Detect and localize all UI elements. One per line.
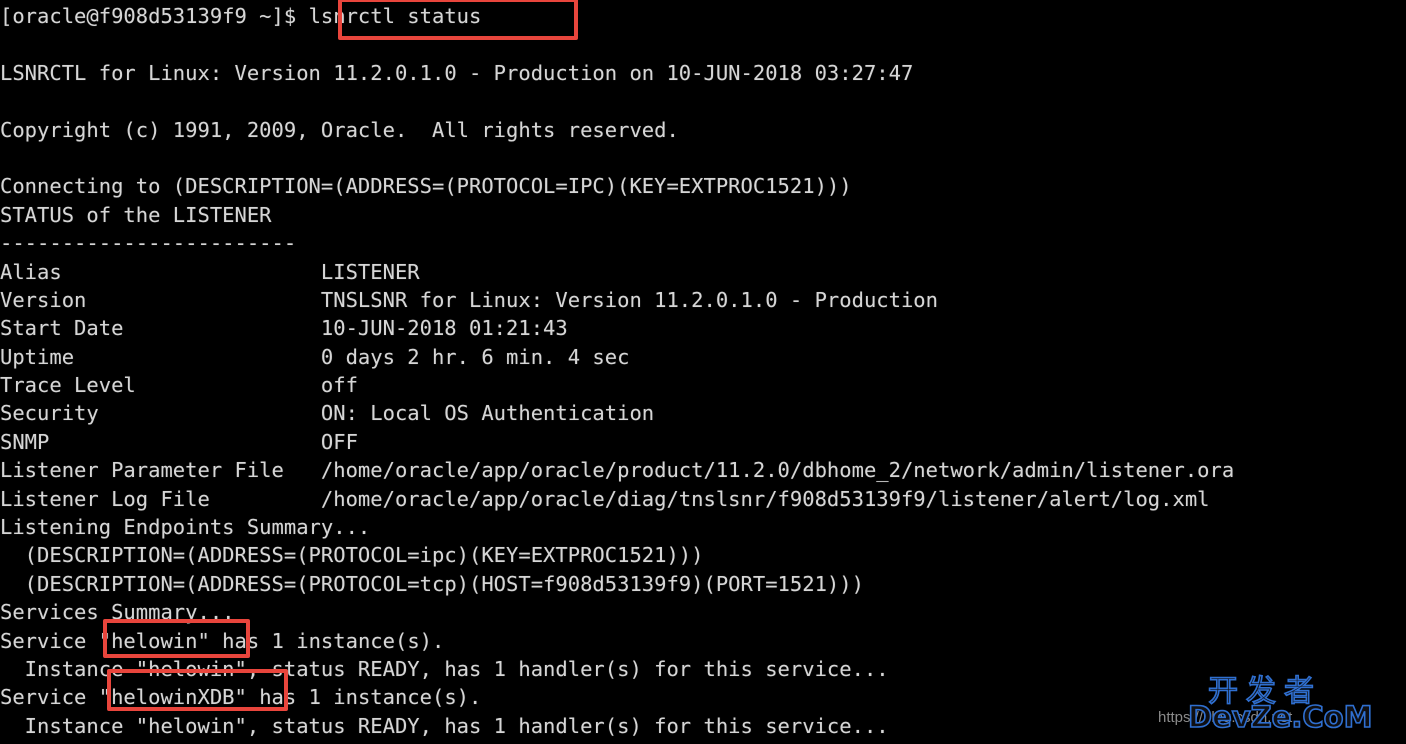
terminal-window[interactable]: [oracle@f908d53139f9 ~]$ lsnrctl status … [0,0,1406,744]
shell-prompt: [oracle@f908d53139f9 ~]$ [0,4,309,28]
command-text: lsnrctl status [308,4,482,28]
status-field-label: Security [0,401,99,426]
status-field-parameter-file: Listener Parameter File/home/oracle/app/… [0,456,1406,484]
service-helowin-line: Service "helowin" has 1 instance(s). [0,627,1406,655]
connecting-line: Connecting to (DESCRIPTION=(ADDRESS=(PRO… [0,174,852,199]
separator-line: ------------------------ [0,231,297,256]
services-summary-header: Services Summary... [0,600,235,625]
instance-helowin-line: Instance "helowin", status READY, has 1 … [0,656,889,681]
instance-helowinxdb-line: Instance "helowin", status READY, has 1 … [0,713,889,738]
status-field-value: TNSLSNR for Linux: Version 11.2.0.1.0 - … [320,287,938,312]
status-field-value: /home/oracle/app/oracle/diag/tnslsnr/f90… [320,486,1210,511]
status-field-value: OFF [320,429,358,454]
status-field-label: Alias [0,259,62,284]
endpoint-ipc-line: (DESCRIPTION=(ADDRESS=(PROTOCOL=ipc)(KEY… [0,543,704,568]
copyright-line: Copyright (c) 1991, 2009, Oracle. All ri… [0,117,679,142]
status-field-label: Listener Parameter File [0,458,284,483]
status-field-label: Listener Log File [0,486,210,511]
status-field-uptime: Uptime 0 days 2 hr. 6 min. 4 sec [0,343,1406,371]
prompt-line: [oracle@f908d53139f9 ~]$ lsnrctl status [0,2,1406,30]
status-field-label: SNMP [0,429,50,454]
service-instance-count: has 1 instance(s). [246,685,482,710]
status-field-security: Security ON: Local OS Authentication [0,399,1406,427]
status-field-value: 0 days 2 hr. 6 min. 4 sec [320,344,630,369]
status-field-trace-level: Trace Level off [0,371,1406,399]
status-field-log-file: Listener Log File/home/oracle/app/oracle… [0,485,1406,513]
status-field-label: Trace Level [0,373,136,398]
status-field-label: Start Date [0,316,124,341]
endpoint-tcp-line: (DESCRIPTION=(ADDRESS=(PROTOCOL=tcp)(HOS… [0,571,864,596]
listening-endpoints-header: Listening Endpoints Summary... [0,515,371,540]
service-keyword: Service [0,685,99,710]
status-field-value: off [320,373,358,398]
service-instance-count: has 1 instance(s). [209,628,445,653]
status-field-value: /home/oracle/app/oracle/product/11.2.0/d… [320,458,1235,483]
status-field-value: ON: Local OS Authentication [320,401,655,426]
status-field-value: 10-JUN-2018 01:21:43 [320,316,568,341]
status-of-listener-line: STATUS of the LISTENER [0,202,272,227]
service-name-helowin: "helowin" [98,628,210,653]
status-field-start-date: Start Date 10-JUN-2018 01:21:43 [0,314,1406,342]
service-keyword: Service [0,628,99,653]
status-field-value: LISTENER [320,259,420,284]
status-field-alias: Alias LISTENER [0,258,1406,286]
lsnrctl-banner: LSNRCTL for Linux: Version 11.2.0.1.0 - … [0,60,914,85]
terminal-screen: [oracle@f908d53139f9 ~]$ lsnrctl status … [0,0,1406,744]
status-field-snmp: SNMP OFF [0,428,1406,456]
status-field-label: Version [0,287,87,312]
status-field-version: Version TNSLSNR for Linux: Version 11.2.0… [0,286,1406,314]
status-field-label: Uptime [0,344,75,369]
service-helowinxdb-line: Service "helowinXDB" has 1 instance(s). [0,683,1406,711]
command-completed-line: The command completed successfully [0,740,1406,744]
service-name-helowinxdb: "helowinXDB" [98,685,247,710]
